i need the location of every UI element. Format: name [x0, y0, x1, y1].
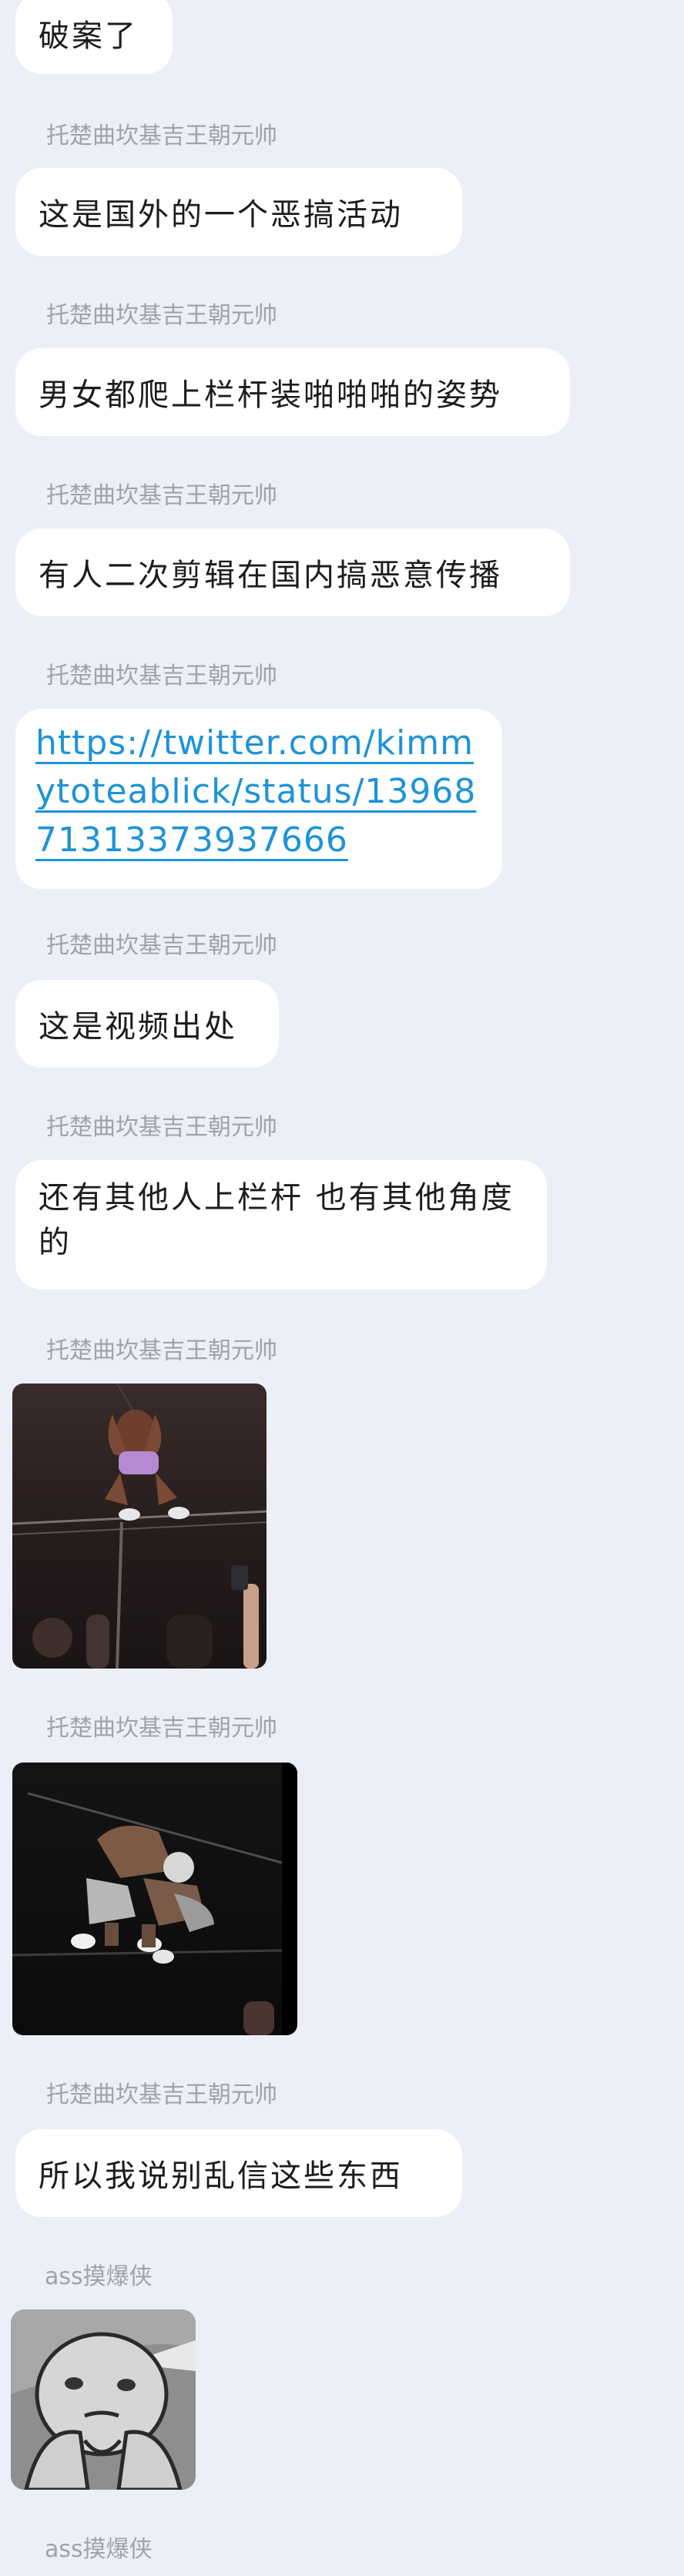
message-bubble[interactable]: 男女都爬上栏杆装啪啪啪的姿势 — [15, 348, 570, 436]
message-text: 所以我说别乱信这些东西 — [39, 2158, 403, 2194]
sender-name[interactable]: 托楚曲坎基吉王朝元帅 — [46, 931, 277, 961]
message-text: 还有其他人上栏杆 也有其他角度的 — [39, 1180, 515, 1260]
sender-name[interactable]: 托楚曲坎基吉王朝元帅 — [46, 481, 277, 512]
meme-sticker-face — [11, 2309, 196, 2490]
sender-name[interactable]: ass摸爆侠 — [45, 2262, 153, 2293]
photo-two-people-on-railing — [12, 1763, 297, 2035]
sender-name[interactable]: 托楚曲坎基吉王朝元帅 — [46, 1112, 277, 1143]
message-text: 这是国外的一个恶搞活动 — [39, 197, 403, 233]
message-bubble[interactable]: 这是视频出处 — [15, 980, 279, 1068]
message-bubble[interactable]: 所以我说别乱信这些东西 — [15, 2129, 462, 2217]
message-bubble[interactable]: 这是国外的一个恶搞活动 — [15, 168, 462, 256]
sender-name[interactable]: 托楚曲坎基吉王朝元帅 — [46, 1336, 277, 1367]
message-bubble[interactable]: 破案了 — [15, 0, 173, 74]
message-image[interactable] — [12, 1763, 297, 2035]
photo-person-on-railing — [12, 1384, 267, 1669]
message-bubble[interactable]: 还有其他人上栏杆 也有其他角度的 — [15, 1160, 547, 1290]
message-text: 男女都爬上栏杆装啪啪啪的姿势 — [39, 377, 502, 413]
message-text: 有人二次剪辑在国内搞恶意传播 — [39, 558, 502, 593]
chat-message-list[interactable]: 破案了 托楚曲坎基吉王朝元帅 这是国外的一个恶搞活动 托楚曲坎基吉王朝元帅 男女… — [0, 0, 684, 2576]
sender-name[interactable]: ass摸爆侠 — [45, 2534, 153, 2565]
message-image[interactable] — [12, 1384, 267, 1669]
sender-name[interactable]: 托楚曲坎基吉王朝元帅 — [46, 1713, 277, 1744]
message-bubble-link[interactable]: https://twitter.com/kimmytoteablick/stat… — [15, 709, 502, 889]
message-bubble[interactable]: 有人二次剪辑在国内搞恶意传播 — [15, 528, 570, 616]
sender-name[interactable]: 托楚曲坎基吉王朝元帅 — [46, 661, 277, 692]
sender-name[interactable]: 托楚曲坎基吉王朝元帅 — [46, 121, 277, 152]
message-text: 破案了 — [39, 18, 138, 54]
sender-name[interactable]: 托楚曲坎基吉王朝元帅 — [46, 2080, 277, 2111]
message-link[interactable]: https://twitter.com/kimmytoteablick/stat… — [35, 723, 476, 860]
message-sticker[interactable] — [11, 2309, 196, 2490]
sender-name[interactable]: 托楚曲坎基吉王朝元帅 — [46, 300, 277, 331]
message-text: 这是视频出处 — [39, 1009, 237, 1045]
